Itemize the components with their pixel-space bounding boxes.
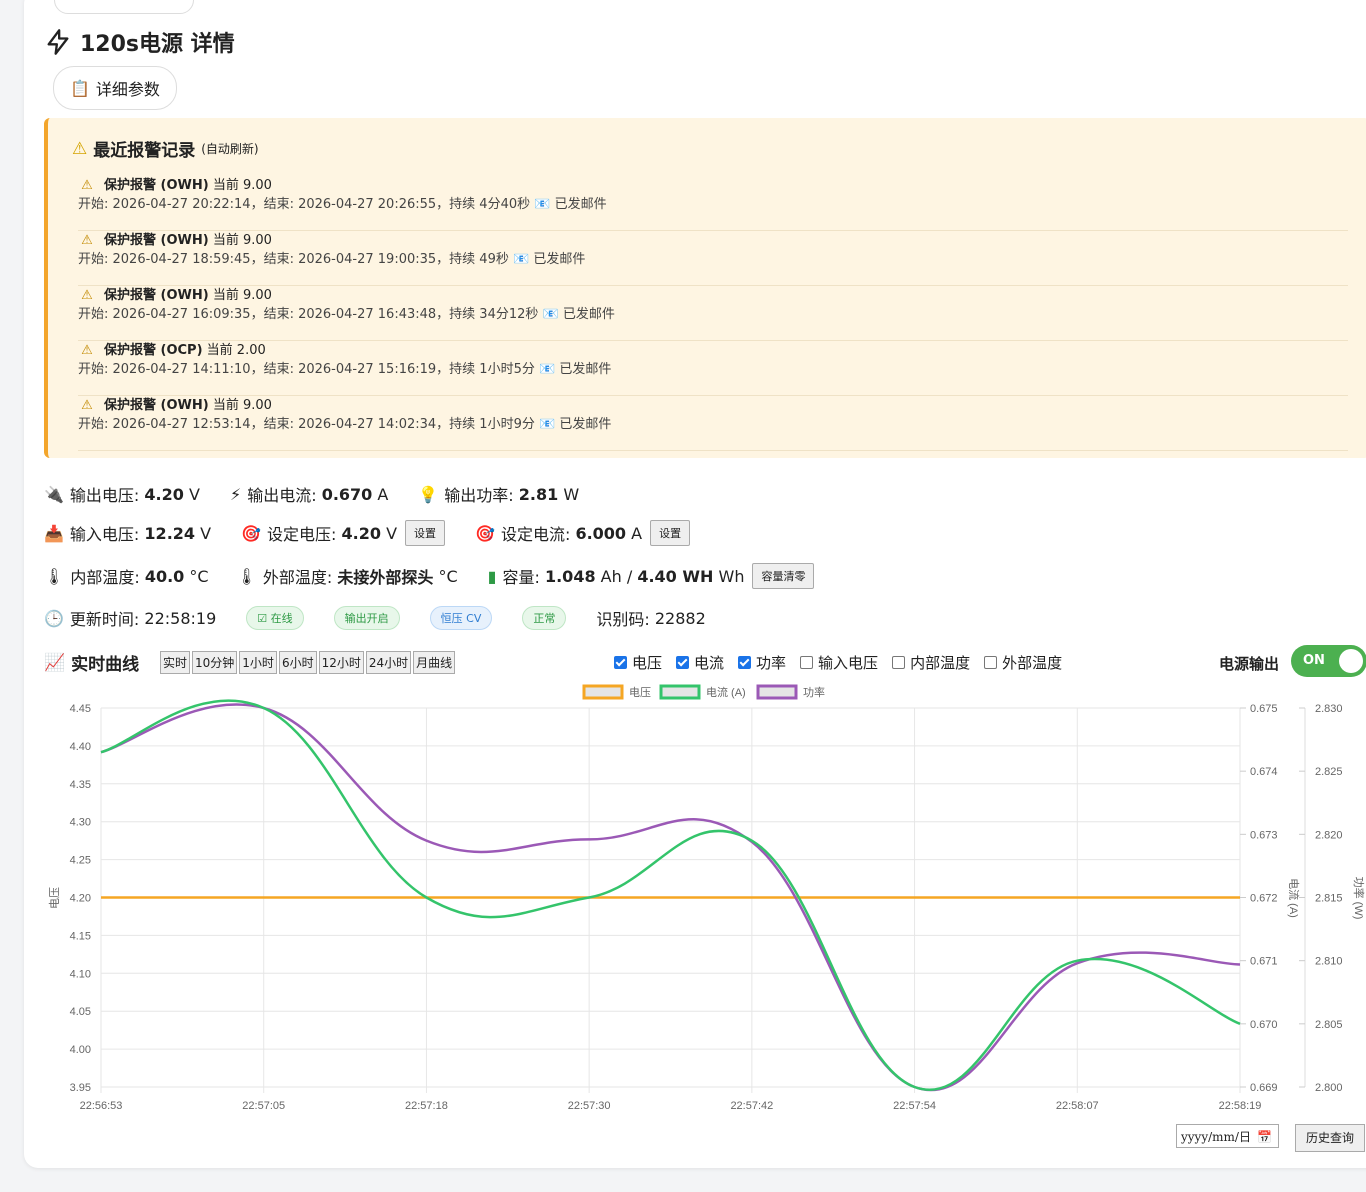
- y-right1-tick-label: 0.674: [1250, 766, 1278, 778]
- y-right1-tick-label: 0.672: [1250, 893, 1278, 905]
- y-left-tick-label: 4.10: [70, 968, 91, 980]
- legend-label: 电压: [629, 686, 651, 699]
- y-right1-axis-title: 电流 (A): [1287, 878, 1301, 918]
- legend-label: 电流 (A): [706, 685, 746, 699]
- x-tick-label: 22:57:42: [730, 1100, 773, 1112]
- y-right1-tick-label: 0.669: [1250, 1082, 1278, 1094]
- x-tick-label: 22:57:54: [893, 1100, 936, 1112]
- y-right2-tick-label: 2.800: [1315, 1082, 1343, 1094]
- y-right2-axis-title: 功率 (W): [1352, 877, 1366, 920]
- y-left-tick-label: 4.30: [70, 817, 91, 829]
- y-left-tick-label: 4.40: [70, 741, 91, 753]
- y-left-tick-label: 4.20: [70, 893, 91, 905]
- x-tick-label: 22:56:53: [80, 1100, 123, 1112]
- y-left-tick-label: 4.05: [70, 1006, 91, 1018]
- x-tick-label: 22:57:05: [242, 1100, 285, 1112]
- y-right2-tick-label: 2.830: [1315, 703, 1343, 715]
- y-left-tick-label: 4.35: [70, 779, 91, 791]
- y-right1-tick-label: 0.671: [1250, 956, 1278, 968]
- x-tick-label: 22:58:19: [1219, 1100, 1262, 1112]
- y-right1-tick-label: 0.670: [1250, 1019, 1278, 1031]
- date-placeholder: yyyy/mm/日: [1181, 1130, 1251, 1144]
- y-right1-tick-label: 0.675: [1250, 703, 1278, 715]
- history-date-input[interactable]: yyyy/mm/日 📅: [1176, 1124, 1279, 1148]
- legend-swatch: [756, 684, 798, 700]
- y-left-tick-label: 4.15: [70, 930, 91, 942]
- y-right2-tick-label: 2.805: [1315, 1019, 1343, 1031]
- y-left-tick-label: 4.25: [70, 855, 91, 867]
- x-tick-label: 22:57:30: [568, 1100, 611, 1112]
- y-left-axis-title: 电压: [48, 887, 61, 909]
- series-line-current: [100, 699, 1241, 1091]
- history-query-button[interactable]: 历史查询: [1295, 1124, 1365, 1152]
- y-right2-tick-label: 2.820: [1315, 829, 1343, 841]
- y-left-tick-label: 3.95: [70, 1082, 91, 1094]
- legend-swatch: [659, 684, 701, 700]
- realtime-chart: 3.95 4.00 4.05 4.10 4.15 4.20 4.25 4.30 4.35 4.40…: [48, 684, 1366, 1112]
- y-right2-tick-label: 2.810: [1315, 956, 1343, 968]
- calendar-icon: 📅: [1257, 1130, 1272, 1144]
- legend-label: 功率: [803, 685, 825, 699]
- y-right1-tick-label: 0.673: [1250, 829, 1278, 841]
- y-right2-tick-label: 2.825: [1315, 766, 1343, 778]
- y-right2-tick-label: 2.815: [1315, 893, 1343, 905]
- y-left-tick-label: 4.00: [70, 1044, 91, 1056]
- legend-swatch: [582, 684, 624, 700]
- x-tick-label: 22:58:07: [1056, 1100, 1099, 1112]
- y-left-tick-label: 4.45: [70, 703, 91, 715]
- x-tick-label: 22:57:18: [405, 1100, 448, 1112]
